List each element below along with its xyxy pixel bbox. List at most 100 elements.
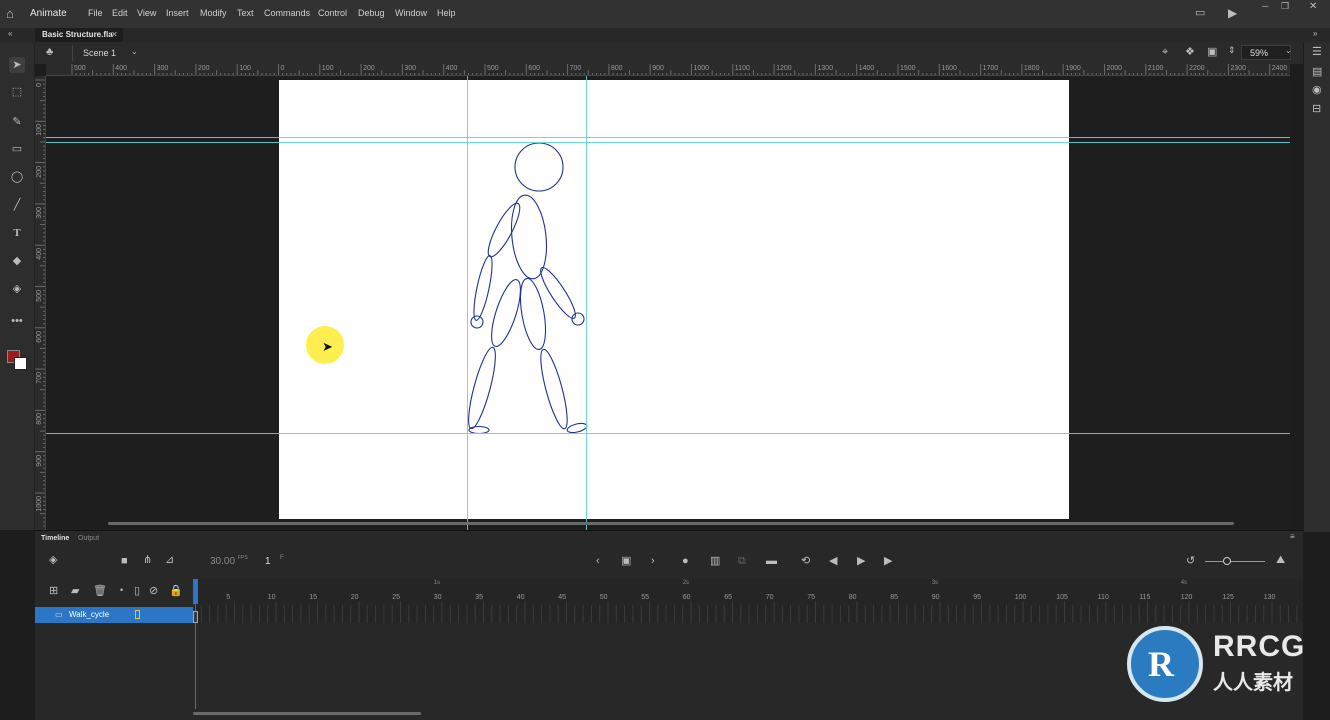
back-upper-arm-shape [487,202,521,258]
current-frame[interactable]: 1 [265,556,271,567]
panel-collapse-right-icon[interactable]: » [1313,30,1317,38]
menu-insert[interactable]: Insert [166,8,189,18]
layers-icon[interactable]: ◈ [49,555,57,566]
onion-skin-icon[interactable]: ● [682,556,689,567]
frames-area[interactable] [193,579,1303,623]
restore-icon[interactable]: ❐ [1281,2,1289,11]
more-tools-icon[interactable]: ••• [9,313,25,329]
camera-icon[interactable]: ■ [121,556,128,567]
outline-layers-icon[interactable]: ▯ [134,586,140,597]
frame-size-slider-handle[interactable] [1223,557,1231,565]
previous-keyframe-icon[interactable]: ‹ [596,556,600,567]
align-icon[interactable]: ⊟ [1312,104,1321,115]
zoom-field[interactable]: 59% [1241,45,1291,60]
frame-number: 90 [931,594,940,601]
ruler-label: 0 [36,83,43,87]
menu-commands[interactable]: Commands [264,8,310,18]
timeline-scrollbar[interactable] [193,712,421,715]
zoom-dropdown-icon[interactable]: ⌄ [1285,47,1292,55]
loop-icon[interactable]: ⟲ [801,556,810,567]
menu-control[interactable]: Control [318,8,347,18]
hide-layers-icon[interactable]: ⊘ [149,586,158,597]
back-hand-shape [470,315,484,329]
layer-parenting-icon[interactable]: ⋔ [143,555,152,566]
home-icon[interactable]: ⌂ [6,7,14,20]
walk-cycle-drawing[interactable] [279,80,1069,519]
free-transform-tool-icon[interactable]: ⬚ [9,84,25,100]
rewind-icon[interactable]: ↺ [1186,556,1195,567]
brush-tool-icon[interactable]: ✎ [9,114,25,130]
fps-value[interactable]: 30.00 [210,556,235,567]
oval-tool-icon[interactable]: ◯ [9,169,25,185]
stage[interactable] [279,80,1069,519]
new-folder-icon[interactable]: ▰ [71,586,79,597]
create-tween-icon[interactable]: ▬ [766,556,777,567]
guide-vertical[interactable] [586,76,587,530]
menu-file[interactable]: File [88,8,103,18]
highlight-layers-icon[interactable]: • [120,586,123,595]
layer-name[interactable]: Walk_cycle [69,610,109,619]
menu-edit[interactable]: Edit [112,8,128,18]
layer-depth-icon[interactable]: ⊿ [165,555,174,566]
step-forward-icon[interactable]: ▶ [884,556,892,567]
pasteboard-horizontal-scrollbar[interactable] [108,522,1234,525]
guide-vertical[interactable] [467,76,468,530]
properties-icon[interactable]: ☰ [1312,47,1322,58]
timeline-tab[interactable]: Timeline [41,535,69,542]
step-back-icon[interactable]: ◀ [829,556,837,567]
line-tool-icon[interactable]: ╱ [9,197,25,213]
text-tool-icon[interactable]: T [9,225,25,241]
frame-grid [193,601,1298,623]
tab-close-icon[interactable]: ✕ [111,30,118,39]
menu-debug[interactable]: Debug [358,8,385,18]
layer-row[interactable]: ▭ Walk_cycle [35,607,193,623]
rectangle-tool-icon[interactable]: ▭ [9,141,25,157]
minimize-icon[interactable]: ─ [1262,2,1268,11]
paint-bucket-tool-icon[interactable]: ◆ [9,253,25,269]
library-icon[interactable]: ▤ [1312,67,1322,78]
chevron-down-icon[interactable]: ⌄ [131,48,138,56]
guide-horizontal[interactable] [46,433,1290,434]
frame-number: 80 [848,594,857,601]
new-layer-icon[interactable]: ⊞ [49,586,58,597]
lock-layers-icon[interactable]: 🔒 [169,586,183,597]
play-icon[interactable]: ▶ [857,556,865,567]
frame-size-slider[interactable] [1205,561,1265,562]
center-stage-icon[interactable]: ⌖ [1162,47,1168,58]
close-icon[interactable]: ✕ [1309,2,1317,12]
assets-icon[interactable]: ◉ [1312,85,1322,96]
menu-view[interactable]: View [137,8,156,18]
workspace-layout-icon[interactable]: ▭ [1195,8,1205,19]
next-keyframe-icon[interactable]: › [651,556,655,567]
eraser-tool-icon[interactable]: ◈ [9,281,25,297]
clip-content-icon[interactable]: ▣ [1207,47,1217,58]
onion-skin-outlines-icon[interactable]: ▥ [710,556,720,567]
pasteboard[interactable]: ➤ [46,76,1290,530]
ruler-label: 400 [445,65,458,72]
edit-multiple-frames-icon[interactable]: ⧉ [738,556,746,567]
menu-window[interactable]: Window [395,8,427,18]
panel-menu-icon[interactable]: ≡ [1290,533,1295,541]
ruler-label: 1500 [900,65,916,72]
zoom-stepper-icon[interactable]: ⇕ [1228,46,1236,55]
delete-layer-icon[interactable]: 🗑 [93,586,107,597]
insert-keyframe-icon[interactable]: ▣ [621,556,631,567]
document-tab[interactable]: Basic Structure.fla ✕ [35,28,123,42]
keyframe[interactable] [193,611,198,623]
guide-horizontal[interactable] [46,142,1290,143]
layer-outline-icon[interactable] [135,610,140,619]
selection-tool-icon[interactable]: ➤ [9,57,25,73]
fit-frames-icon[interactable]: ⛰ [1276,555,1285,566]
menu-help[interactable]: Help [437,8,456,18]
menu-text[interactable]: Text [237,8,254,18]
scene-selector[interactable]: Scene 1 [83,48,116,58]
ruler-label: 2100 [1147,65,1164,72]
guide-horizontal[interactable] [46,137,1290,138]
test-movie-icon[interactable]: ▶ [1228,7,1237,19]
panel-collapse-icon[interactable]: « [8,30,12,38]
menu-modify[interactable]: Modify [200,8,227,18]
fill-color-swatch[interactable] [14,357,27,370]
output-tab[interactable]: Output [78,535,99,542]
seconds-marker: 2s [682,580,690,586]
edit-symbols-icon[interactable]: ❖ [1185,47,1195,58]
